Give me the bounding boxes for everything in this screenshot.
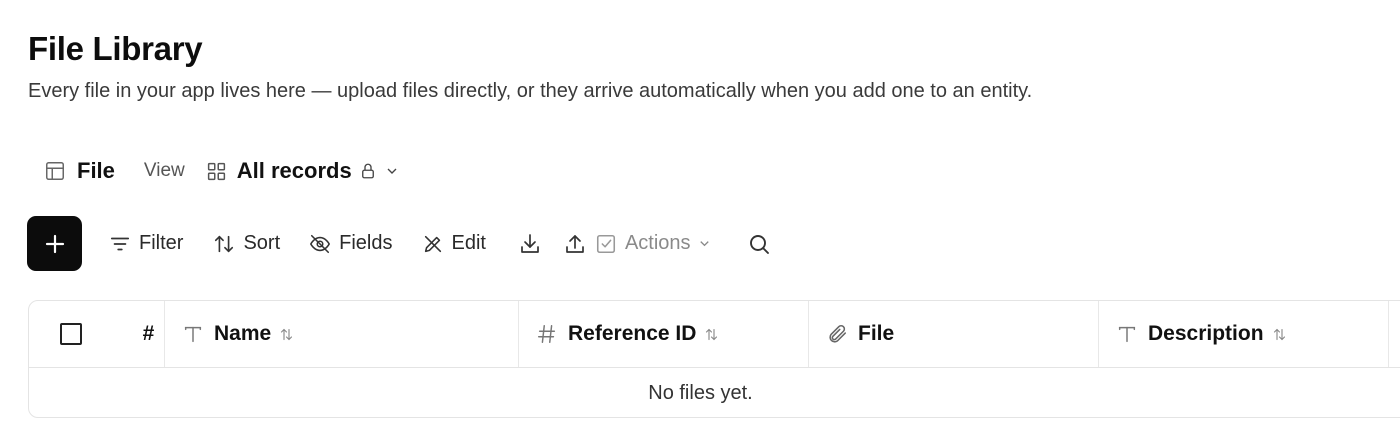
toolbar: Filter Sort Fields Edit Actions	[27, 216, 771, 271]
upload-button[interactable]	[563, 232, 587, 256]
page-subtitle: Every file in your app lives here — uplo…	[28, 80, 1033, 102]
search-button[interactable]	[747, 232, 771, 256]
download-icon	[521, 233, 539, 253]
edit-label: Edit	[451, 232, 486, 254]
sort-icon	[215, 235, 234, 252]
filter-label: Filter	[139, 232, 184, 254]
text-type-icon	[1118, 326, 1136, 343]
view-selector[interactable]: All records	[185, 158, 400, 184]
table-icon	[46, 162, 64, 180]
column-header-reference-id[interactable]: Reference ID	[519, 301, 809, 367]
lock-icon	[361, 163, 374, 179]
text-type-icon	[184, 326, 202, 343]
sort-button[interactable]: Sort	[213, 232, 280, 255]
chevron-down-icon	[699, 241, 709, 247]
table-header: # Name Reference ID File Description	[29, 301, 1400, 368]
filter-icon	[110, 237, 130, 250]
sort-arrows-icon[interactable]	[1272, 327, 1287, 342]
view-bar: File View All records	[44, 154, 400, 188]
table-selector[interactable]: File	[44, 158, 115, 184]
column-header-name[interactable]: Name	[165, 301, 519, 367]
download-button[interactable]	[518, 232, 542, 256]
table-name: File	[77, 158, 115, 183]
add-record-button[interactable]	[27, 216, 82, 271]
filter-button[interactable]: Filter	[109, 232, 183, 255]
search-icon	[749, 234, 769, 254]
actions-button[interactable]: Actions	[595, 232, 712, 255]
eye-off-icon	[310, 234, 331, 253]
column-label: Description	[1148, 322, 1264, 345]
column-label: Name	[214, 322, 272, 345]
sort-label: Sort	[243, 232, 281, 254]
view-name: All records	[236, 158, 352, 183]
checkbox-checked-icon	[596, 234, 615, 253]
edit-button[interactable]: Edit	[422, 232, 486, 255]
page-title: File Library	[28, 30, 203, 67]
column-label: File	[858, 322, 895, 345]
fields-label: Fields	[339, 232, 393, 254]
plus-icon	[45, 234, 64, 253]
actions-label: Actions	[624, 232, 691, 254]
paperclip-icon	[829, 324, 847, 343]
column-header-file[interactable]: File	[809, 301, 1099, 367]
sort-arrows-icon[interactable]	[279, 327, 294, 342]
upload-icon	[566, 234, 584, 253]
chevron-down-icon	[387, 168, 397, 174]
files-table: # Name Reference ID File Description No …	[28, 300, 1400, 418]
fields-button[interactable]: Fields	[309, 232, 393, 255]
empty-state-message: No files yet.	[648, 381, 753, 404]
grid-icon	[207, 162, 225, 180]
edit-tools-icon	[424, 235, 441, 252]
hash-icon	[538, 325, 556, 343]
file-library-page: File Library Every file in your app live…	[0, 0, 1400, 435]
column-label: #	[142, 322, 155, 345]
column-header-number[interactable]: #	[133, 301, 165, 367]
column-label: Reference ID	[568, 322, 697, 345]
select-all-checkbox[interactable]	[60, 323, 82, 345]
sort-arrows-icon[interactable]	[704, 327, 719, 342]
column-header-description[interactable]: Description	[1099, 301, 1389, 367]
view-label: View	[143, 160, 185, 181]
